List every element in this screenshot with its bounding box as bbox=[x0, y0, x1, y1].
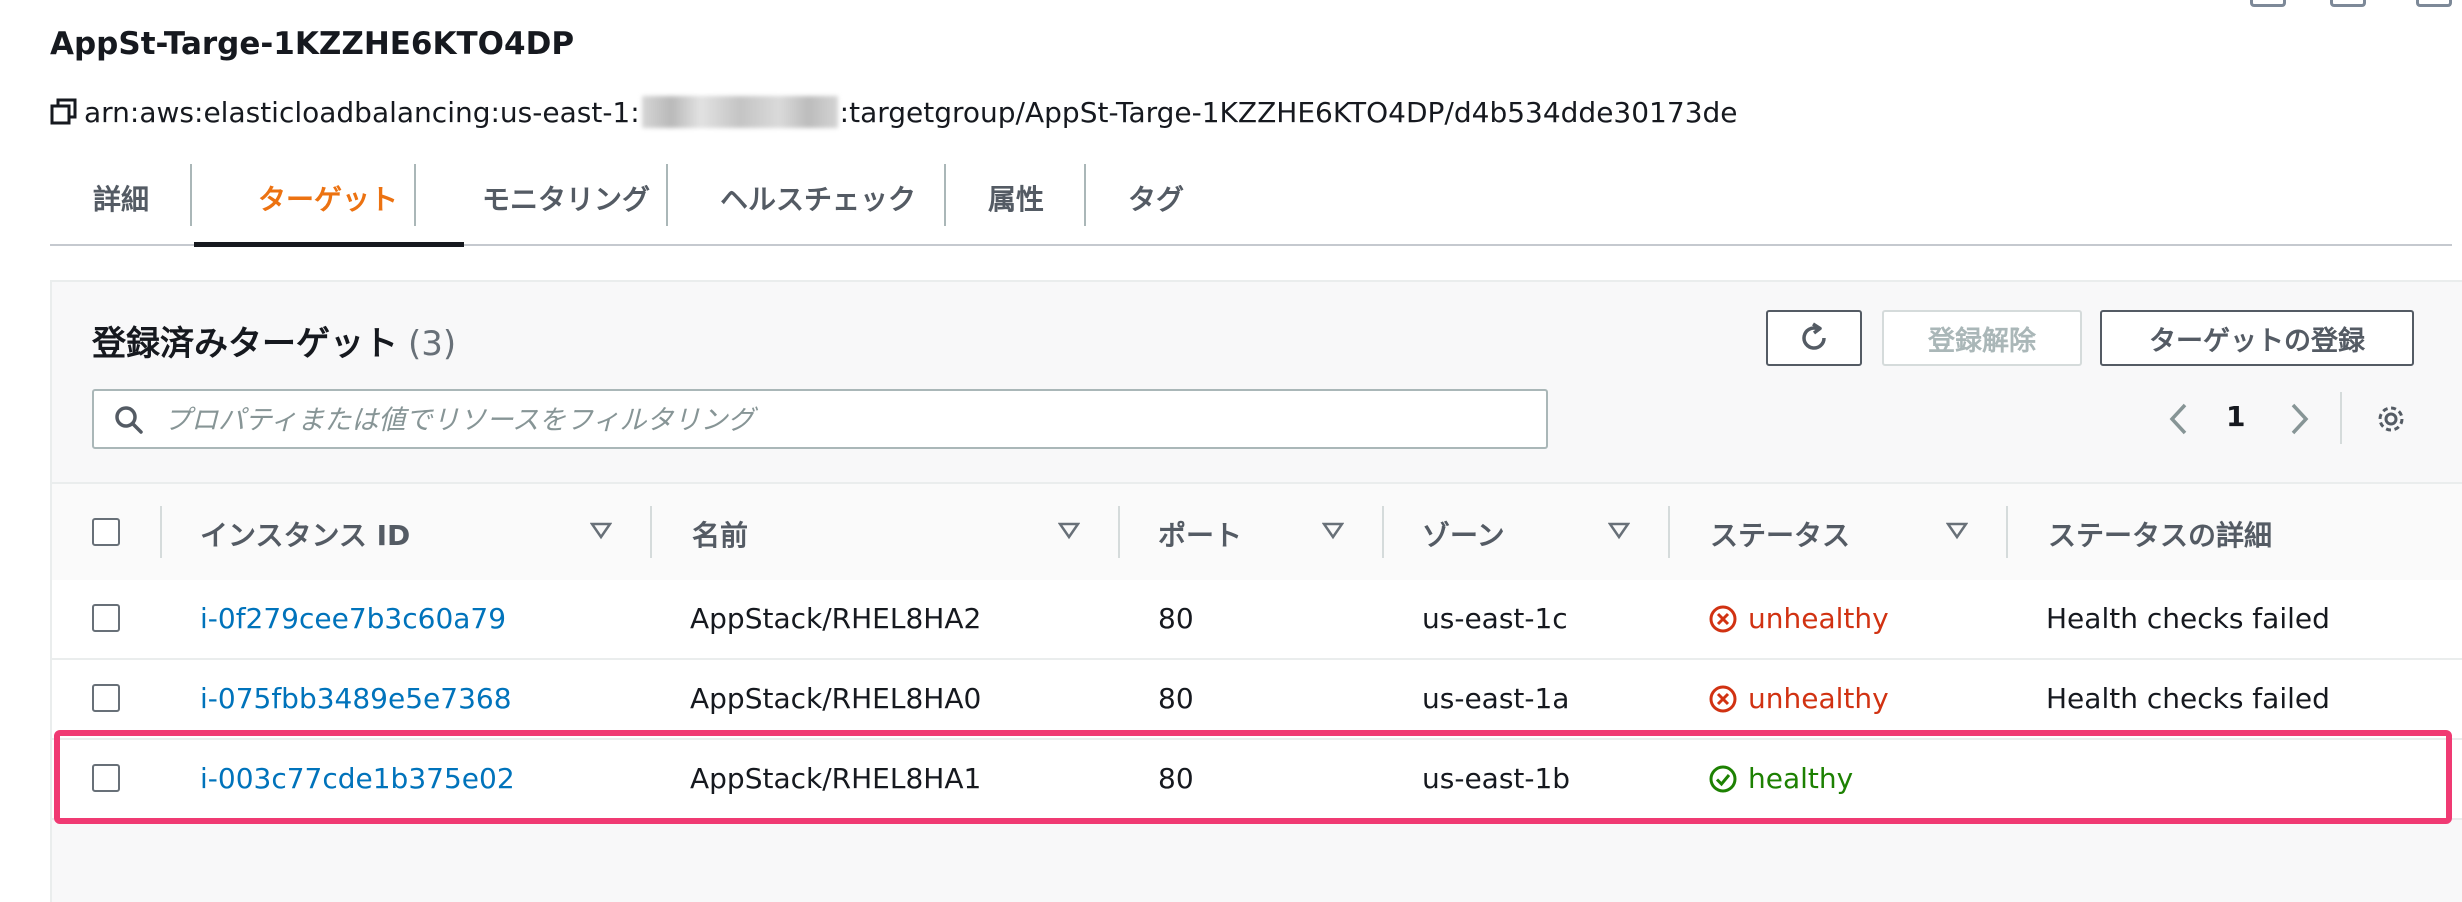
page-title: AppSt-Targe-1KZZHE6KTO4DP bbox=[50, 26, 575, 62]
instance-id-link[interactable]: i-075fbb3489e5e7368 bbox=[200, 682, 512, 715]
tab-tags[interactable]: タグ bbox=[1086, 152, 1226, 244]
instance-id-link[interactable]: i-0f279cee7b3c60a79 bbox=[200, 602, 506, 635]
toolbar-icon[interactable] bbox=[2330, 0, 2366, 7]
target-zone: us-east-1a bbox=[1422, 682, 1570, 715]
toolbar-icon[interactable] bbox=[2250, 0, 2286, 7]
status-detail: Health checks failed bbox=[2046, 602, 2330, 635]
status-text: unhealthy bbox=[1748, 682, 1889, 715]
search-icon bbox=[115, 406, 143, 434]
copy-icon[interactable] bbox=[50, 98, 78, 126]
target-port: 80 bbox=[1158, 602, 1194, 635]
arn-prefix: arn:aws:elasticloadbalancing:us-east-1: bbox=[84, 95, 640, 129]
search-input[interactable] bbox=[162, 399, 1526, 441]
row-checkbox[interactable] bbox=[92, 604, 120, 632]
deregister-button[interactable]: 登録解除 bbox=[1882, 310, 2082, 366]
target-port: 80 bbox=[1158, 682, 1194, 715]
status-text: unhealthy bbox=[1748, 602, 1889, 635]
column-port[interactable]: ポート bbox=[1158, 514, 1242, 554]
column-zone[interactable]: ゾーン bbox=[1422, 514, 1505, 554]
target-count: (3) bbox=[408, 324, 457, 364]
arn-suffix: :targetgroup/AppSt-Targe-1KZZHE6KTO4DP/d… bbox=[839, 95, 1738, 129]
table-header: インスタンス ID 名前 ポート ゾーン ステータス ステータスの詳細 bbox=[52, 482, 2462, 584]
panel-title-text: 登録済みターゲット bbox=[92, 324, 398, 364]
tab-health-check[interactable]: ヘルスチェック bbox=[668, 152, 968, 244]
target-name: AppStack/RHEL8HA2 bbox=[690, 602, 982, 635]
next-page-icon[interactable] bbox=[2288, 402, 2310, 436]
toolbar-icon[interactable] bbox=[2416, 0, 2452, 7]
sort-icon[interactable] bbox=[1322, 522, 1344, 540]
error-icon bbox=[1709, 605, 1737, 632]
refresh-button[interactable] bbox=[1766, 310, 1862, 366]
tab-bar: 詳細 ターゲット モニタリング ヘルスチェック 属性 タグ bbox=[50, 152, 2452, 247]
status-detail: Health checks failed bbox=[2046, 682, 2330, 715]
select-all-checkbox[interactable] bbox=[92, 518, 120, 546]
highlight-box bbox=[54, 730, 2452, 824]
filter-search bbox=[92, 389, 1548, 449]
table-row[interactable]: i-075fbb3489e5e7368 AppStack/RHEL8HA0 80… bbox=[52, 660, 2462, 740]
table-row[interactable]: i-0f279cee7b3c60a79 AppStack/RHEL8HA2 80… bbox=[52, 580, 2462, 660]
settings-gear-icon[interactable] bbox=[2374, 402, 2408, 436]
status-badge: unhealthy bbox=[1708, 682, 1889, 715]
target-name: AppStack/RHEL8HA0 bbox=[690, 682, 982, 715]
tab-details[interactable]: 詳細 bbox=[50, 152, 192, 244]
status-badge: unhealthy bbox=[1708, 602, 1889, 635]
refresh-icon bbox=[1802, 322, 1826, 350]
sort-icon[interactable] bbox=[1058, 522, 1080, 540]
redacted-account-id bbox=[641, 96, 838, 128]
panel-title: 登録済みターゲット (3) bbox=[92, 316, 456, 365]
sort-icon[interactable] bbox=[590, 522, 612, 540]
error-icon bbox=[1709, 685, 1737, 712]
previous-page-icon[interactable] bbox=[2168, 402, 2190, 436]
row-checkbox[interactable] bbox=[92, 684, 120, 712]
page-number[interactable]: 1 bbox=[2226, 400, 2245, 433]
sort-icon[interactable] bbox=[1946, 522, 1968, 540]
column-instance-id[interactable]: インスタンス ID bbox=[200, 514, 410, 554]
column-status[interactable]: ステータス bbox=[1710, 514, 1850, 554]
arn-row: arn:aws:elasticloadbalancing:us-east-1: … bbox=[50, 92, 1738, 132]
column-name[interactable]: 名前 bbox=[692, 514, 748, 554]
column-status-detail: ステータスの詳細 bbox=[2048, 519, 2273, 552]
sort-icon[interactable] bbox=[1608, 522, 1630, 540]
register-targets-button[interactable]: ターゲットの登録 bbox=[2100, 310, 2414, 366]
target-zone: us-east-1c bbox=[1422, 602, 1568, 635]
tab-attributes[interactable]: 属性 bbox=[946, 152, 1086, 244]
